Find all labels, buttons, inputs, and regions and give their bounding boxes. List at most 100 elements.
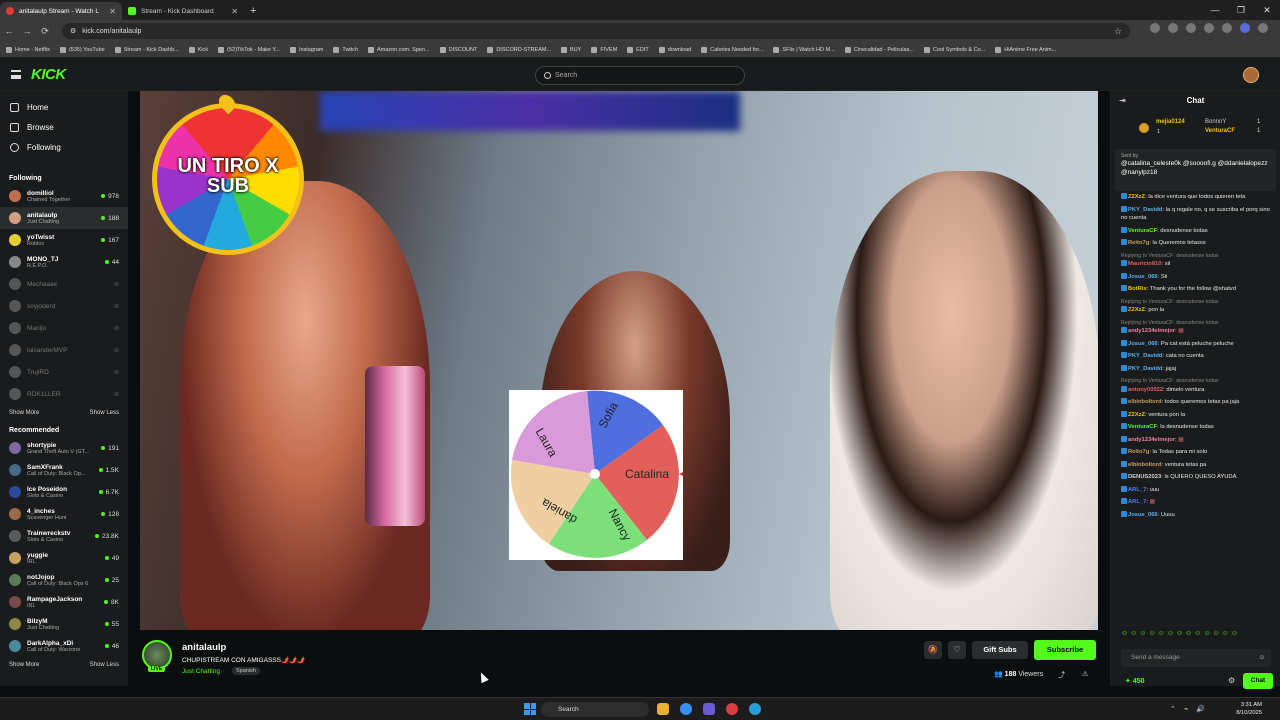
- chat-input[interactable]: Send a message ☺: [1121, 649, 1271, 667]
- chat-username[interactable]: VenturaCF: [1128, 228, 1157, 234]
- bookmark-item[interactable]: BUY: [561, 46, 581, 53]
- bookmark-item[interactable]: EDIT: [627, 46, 649, 53]
- bookmark-item[interactable]: HiAnime Free Anim...: [995, 46, 1056, 53]
- sidebar-channel-yotwisst[interactable]: yoTwisst Roblox 167: [0, 229, 128, 251]
- chat-username[interactable]: Z2XzZ: [1128, 412, 1145, 418]
- settings-gear-icon[interactable]: ⚙: [1228, 676, 1235, 685]
- gifter-name[interactable]: BonnnY: [1205, 119, 1226, 125]
- collapse-chat-icon[interactable]: ⇥: [1119, 91, 1126, 111]
- taskbar-search[interactable]: Search: [541, 702, 649, 717]
- chat-username[interactable]: Reito7g: [1128, 240, 1149, 246]
- chat-username[interactable]: Josue_066: [1128, 341, 1158, 347]
- bookmark-item[interactable]: Cinecalidad - Peliculas...: [844, 46, 914, 53]
- chat-username[interactable]: PKY_Davidd: [1128, 366, 1162, 372]
- sidebar-channel-domilliol[interactable]: domilliol Chained Together 978: [0, 185, 128, 207]
- chat-username[interactable]: BotRix: [1128, 286, 1147, 292]
- edge-icon[interactable]: [749, 703, 761, 715]
- chrome-icon[interactable]: [680, 703, 692, 715]
- chat-username[interactable]: Z2XzZ: [1128, 307, 1145, 313]
- sidebar-channel-mechaaax[interactable]: Mechaaax ⊘: [0, 273, 128, 295]
- notifications-off-icon[interactable]: 🔕: [924, 641, 942, 659]
- show-less-button[interactable]: Show Less: [90, 662, 119, 668]
- sidebar-recommended-iceposeidon[interactable]: Ice Poseidon Slots & Casino 6.7K: [0, 481, 128, 503]
- chat-username[interactable]: andy1234elmejor: [1128, 328, 1175, 334]
- browser-tab[interactable]: Stream - Kick Dashboard ✕: [122, 2, 244, 20]
- bookmark-item[interactable]: Amazon.com. Spen...: [368, 46, 430, 53]
- language-tag[interactable]: Spanish: [232, 667, 260, 675]
- sidebar-channel-marlijo[interactable]: Marlijo ⊘: [0, 317, 128, 339]
- bookmark-item[interactable]: Kick: [188, 46, 208, 53]
- sidebar-nav-browse[interactable]: Browse: [0, 117, 128, 137]
- chevron-up-icon[interactable]: ⌃: [1170, 705, 1176, 713]
- chat-username[interactable]: ARL_7: [1128, 499, 1146, 505]
- forward-icon[interactable]: →: [18, 26, 36, 36]
- close-icon[interactable]: ✕: [109, 7, 116, 16]
- bookmark-item[interactable]: download: [658, 46, 691, 53]
- browser-tab-active[interactable]: anitalaulp Stream - Watch L ✕: [0, 2, 122, 20]
- sidebar-channel-anitalaulp[interactable]: anitalaulp Just Chatting 188: [0, 207, 128, 229]
- sidebar-channel-luisandermvp[interactable]: luisanderMVP ⊘: [0, 339, 128, 361]
- extension-icon[interactable]: [1150, 23, 1160, 33]
- url-field[interactable]: ⚙ kick.com/anitalaulp ☆: [62, 23, 1130, 39]
- menu-dots-icon[interactable]: [1258, 23, 1268, 33]
- minimize-icon[interactable]: —: [1202, 0, 1228, 20]
- obs-icon[interactable]: [726, 703, 738, 715]
- chat-username[interactable]: antony00022: [1128, 387, 1163, 393]
- reload-icon[interactable]: ⟳: [36, 26, 54, 37]
- bookmark-item[interactable]: Instagram: [289, 46, 323, 53]
- show-more-button[interactable]: Show More: [9, 662, 39, 668]
- bookmark-item[interactable]: Home - Netflix: [6, 46, 50, 53]
- network-icon[interactable]: ⌁: [1184, 705, 1188, 713]
- sidebar-recommended-darkalphaxdi[interactable]: DarkAlpha_xDi Call of Duty: Warzone 46: [0, 635, 128, 657]
- user-avatar[interactable]: [1243, 67, 1259, 83]
- sidebar-recommended-rampagejackson[interactable]: RampageJackson IRL 8K: [0, 591, 128, 613]
- follow-heart-icon[interactable]: ♡: [948, 641, 966, 659]
- bookmark-item[interactable]: DISCOUNT: [439, 46, 477, 53]
- send-chat-button[interactable]: Chat: [1243, 673, 1273, 689]
- bookmark-item[interactable]: (535) YouTube: [59, 46, 105, 53]
- gifter-name[interactable]: mejia0124: [1156, 119, 1185, 125]
- extension-icon[interactable]: [1168, 23, 1178, 33]
- chat-username[interactable]: Josue_066: [1128, 274, 1158, 280]
- file-explorer-icon[interactable]: [657, 703, 669, 715]
- chat-username[interactable]: VenturaCF: [1128, 424, 1157, 430]
- gifter-name[interactable]: VenturaCF: [1205, 128, 1235, 134]
- streamer-name[interactable]: anitalaulp: [182, 642, 226, 653]
- sidebar-recommended-samxfrank[interactable]: SamXFrank Call of Duty: Black Op... 1.5K: [0, 459, 128, 481]
- windows-start-icon[interactable]: [524, 703, 536, 715]
- volume-icon[interactable]: 🔊: [1196, 705, 1205, 713]
- share-icon[interactable]: ⤴: [1058, 670, 1065, 680]
- emote-bar[interactable]: ☺☺☺☺☺☺☺☺☺☺☺☺☺: [1121, 630, 1240, 637]
- sidebar-icon[interactable]: [1222, 23, 1232, 33]
- sidebar-recommended-shortypie[interactable]: shortypie Grand Theft Auto V (GT... 191: [0, 437, 128, 459]
- kick-logo[interactable]: KICK: [31, 66, 66, 83]
- bookmark-item[interactable]: Twitch: [333, 46, 358, 53]
- chat-username[interactable]: Josue_066: [1128, 512, 1158, 518]
- stream-category[interactable]: Just Chatting: [182, 668, 220, 675]
- chat-username[interactable]: DENUS2023: [1128, 474, 1161, 480]
- chat-username[interactable]: PKY_Davidd: [1128, 207, 1162, 213]
- new-tab-icon[interactable]: +: [244, 2, 262, 20]
- bookmark-item[interactable]: Calories Needed for...: [701, 46, 763, 53]
- show-more-button[interactable]: Show More: [9, 410, 39, 416]
- bookmark-item[interactable]: Stream - Kick Dashb...: [114, 46, 179, 53]
- back-icon[interactable]: ←: [0, 26, 18, 36]
- extension-icon[interactable]: [1186, 23, 1196, 33]
- channel-points[interactable]: ✦ 450: [1125, 677, 1145, 685]
- chat-username[interactable]: Z2XzZ: [1128, 194, 1145, 200]
- search-input[interactable]: Search: [535, 66, 745, 85]
- sidebar-recommended-trainwreckstv[interactable]: Trainwreckstv Slots & Casino 23.8K: [0, 525, 128, 547]
- bookmark-item[interactable]: (52)TikTok - Make Y...: [218, 46, 280, 53]
- chat-username[interactable]: elbinboltord: [1128, 462, 1162, 468]
- sidebar-channel-soyjoderd[interactable]: soyjoderd ⊘: [0, 295, 128, 317]
- chat-username[interactable]: Reito7g: [1128, 449, 1149, 455]
- sidebar-recommended-yuggie[interactable]: yuggie IRL 49: [0, 547, 128, 569]
- discord-icon[interactable]: [703, 703, 715, 715]
- bookmark-star-icon[interactable]: ☆: [1114, 26, 1122, 37]
- chat-username[interactable]: ARL_7: [1128, 487, 1146, 493]
- gift-subs-button[interactable]: Gift Subs: [972, 641, 1028, 659]
- sidebar-recommended-bilzym[interactable]: BilzyM Just Chatting 55: [0, 613, 128, 635]
- emoji-icon[interactable]: ☺: [1258, 649, 1265, 667]
- clock[interactable]: 3:31 AM 8/10/2025: [1232, 701, 1262, 717]
- bookmark-item[interactable]: Cool Symbols & Co...: [923, 46, 985, 53]
